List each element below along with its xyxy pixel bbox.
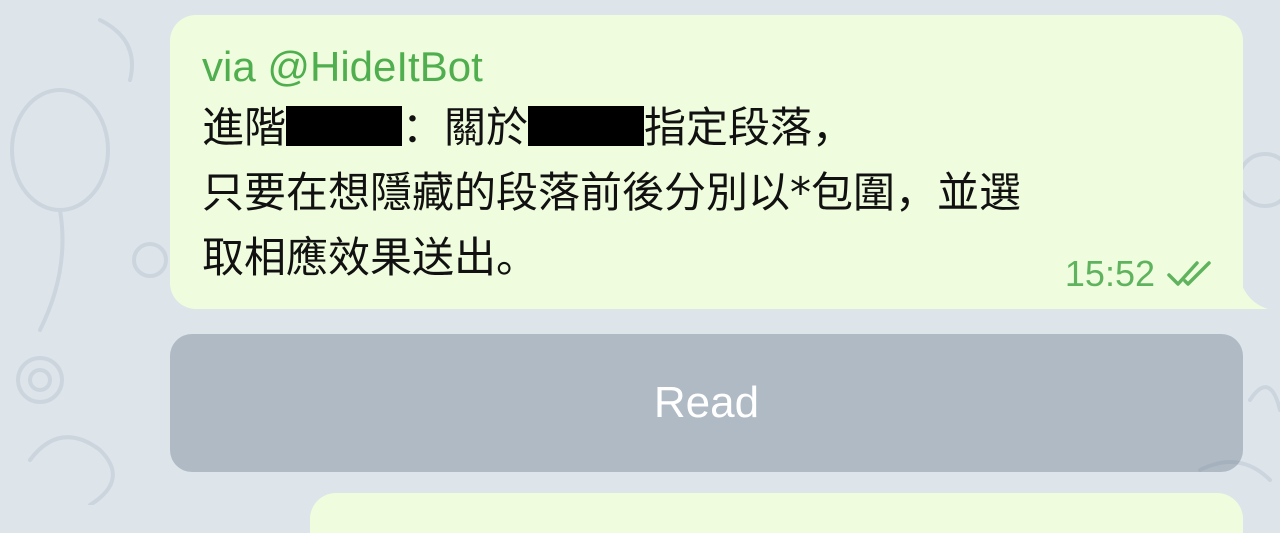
message-line: 只要在想隱藏的段落前後分別以*包圍，並選	[202, 160, 1211, 225]
read-button-label: Read	[653, 378, 760, 427]
spoiler-block[interactable]	[528, 106, 645, 146]
message-text-segment: ：關於	[402, 103, 529, 152]
message-text-segment: 只要在想隱藏的段落前後分別以*包圍，並選	[202, 168, 1022, 217]
double-check-icon	[1167, 261, 1211, 286]
message-time: 15:52	[1064, 253, 1155, 294]
message-text: 進階 ：關於 指定段落， 只要在想隱藏的段落前後分別以*包圍，並選 取相應效果送出。	[202, 95, 1211, 290]
message-line: 取相應效果送出。	[202, 225, 1211, 290]
read-inline-button[interactable]: Read	[170, 334, 1243, 472]
message-line: 進階 ：關於 指定段落，	[202, 95, 1211, 160]
message-meta: 15:52	[1065, 253, 1217, 295]
via-bot-label[interactable]: via @HideItBot	[202, 39, 1211, 95]
next-message-bubble[interactable]	[310, 493, 1243, 533]
message-text-segment: 指定段落，	[644, 103, 855, 152]
message-text-segment: 取相應效果送出。	[202, 233, 539, 282]
bubble-tail	[1238, 272, 1268, 309]
message-bubble[interactable]: via @HideItBot 進階 ：關於 指定段落， 只要在想隱藏的段落前後分別以…	[170, 15, 1243, 309]
message-text-segment: 進階	[202, 103, 287, 152]
spoiler-block[interactable]	[286, 106, 403, 146]
